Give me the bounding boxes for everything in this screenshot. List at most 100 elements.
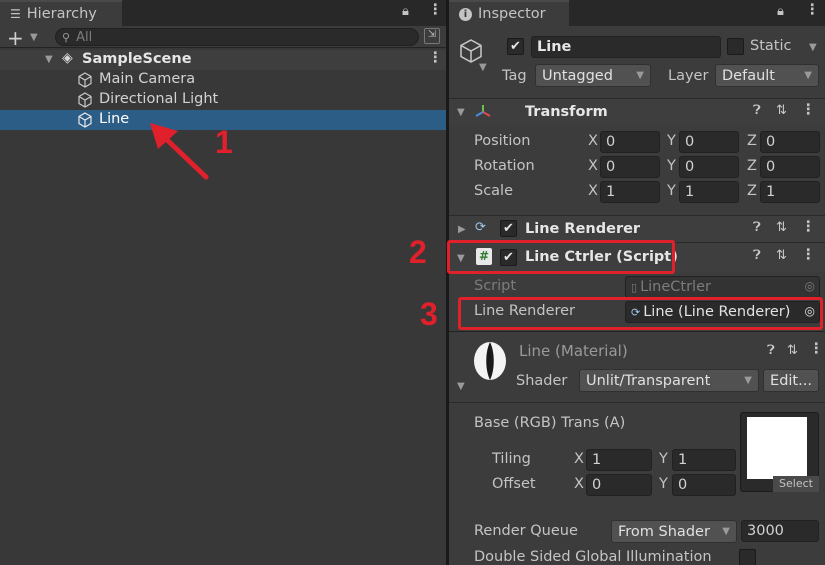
scale-label: Scale — [474, 183, 514, 199]
axis-x-label: X — [574, 451, 584, 467]
add-icon[interactable]: + — [7, 26, 24, 50]
script-file-icon: ▯ — [631, 280, 638, 294]
tab-hierarchy[interactable]: ☰ Hierarchy — [0, 0, 122, 26]
static-dropdown-icon[interactable]: ▼ — [809, 42, 817, 53]
preset-icon[interactable]: ⇅ — [776, 220, 787, 235]
texture-preview — [747, 417, 807, 479]
kebab-menu-icon[interactable]: ⋮ — [805, 2, 820, 18]
layer-value: Default — [722, 67, 775, 84]
help-icon[interactable]: ❓︎ — [753, 220, 761, 235]
search-input[interactable]: ⚲ All — [55, 28, 419, 46]
offset-x-field[interactable]: 0 — [586, 474, 652, 496]
object-picker-icon: ◎ — [804, 279, 815, 293]
component-menu-icon[interactable]: ⋮ — [801, 247, 816, 263]
help-icon[interactable]: ❓︎ — [767, 343, 775, 358]
dsgi-label: Double Sided Global Illumination — [474, 549, 712, 565]
scale-x-field[interactable]: 1 — [600, 181, 660, 203]
preset-icon[interactable]: ⇅ — [787, 343, 798, 358]
static-checkbox[interactable] — [727, 38, 744, 55]
render-queue-field[interactable]: 3000 — [741, 520, 819, 542]
object-name-field[interactable]: Line — [531, 36, 721, 58]
shader-dropdown[interactable]: Unlit/Transparent ▼ — [579, 369, 759, 392]
tag-dropdown[interactable]: Untagged ▼ — [535, 64, 651, 87]
help-icon[interactable]: ❓︎ — [753, 248, 761, 263]
chevron-down-icon: ▼ — [722, 526, 730, 537]
annotation-box-3 — [458, 297, 823, 330]
rotation-z-field[interactable]: 0 — [760, 156, 820, 178]
component-menu-icon[interactable]: ⋮ — [801, 102, 816, 118]
axis-y-label: Y — [667, 158, 676, 174]
position-y-field[interactable]: 0 — [679, 131, 739, 153]
icon-dropdown-icon[interactable]: ▼ — [479, 62, 487, 73]
search-scene-icon[interactable]: ⇲ — [424, 28, 440, 44]
fold-arrow-icon[interactable]: ▼ — [457, 381, 465, 392]
active-checkbox[interactable]: ✔ — [507, 38, 524, 55]
line-renderer-header[interactable]: ▶ ⟳ ✔ Line Renderer ❓︎ ⇅ ⋮ — [449, 215, 825, 242]
hierarchy-item-directional-light[interactable]: Directional Light — [0, 90, 446, 110]
annotation-number-1: 1 — [215, 124, 233, 160]
script-label: Script — [474, 278, 517, 294]
select-texture-button[interactable]: Select — [773, 476, 819, 492]
fold-arrow-icon[interactable]: ▶ — [458, 224, 466, 235]
scene-name: SampleScene — [82, 51, 192, 67]
fold-arrow-icon[interactable]: ▼ — [457, 107, 465, 118]
chevron-down-icon: ▼ — [804, 70, 812, 81]
hierarchy-item-main-camera[interactable]: Main Camera — [0, 70, 446, 90]
annotation-box-2 — [447, 240, 675, 274]
dsgi-checkbox[interactable] — [739, 549, 756, 565]
axis-y-label: Y — [667, 133, 676, 149]
material-title: Line (Material) — [519, 342, 628, 360]
rotation-y-field[interactable]: 0 — [679, 156, 739, 178]
position-z-field[interactable]: 0 — [760, 131, 820, 153]
lock-icon[interactable]: 🔒︎ — [777, 4, 784, 19]
texture-slot[interactable]: Select — [740, 412, 819, 492]
cube-icon — [78, 112, 92, 128]
position-x-field[interactable]: 0 — [600, 131, 660, 153]
tab-hierarchy-label: Hierarchy — [26, 6, 97, 22]
component-menu-icon[interactable]: ⋮ — [801, 219, 816, 235]
tab-inspector[interactable]: i Inspector — [449, 0, 569, 26]
axis-x-label: X — [588, 183, 598, 199]
transform-header[interactable]: ▼ Transform ❓︎ ⇅ ⋮ — [449, 98, 825, 125]
cube-icon — [78, 92, 92, 108]
render-queue-dropdown[interactable]: From Shader ▼ — [611, 520, 737, 543]
preset-icon[interactable]: ⇅ — [776, 248, 787, 263]
offset-y-field[interactable]: 0 — [672, 474, 736, 496]
divider — [449, 331, 825, 332]
axis-y-label: Y — [659, 451, 668, 467]
scale-z-field[interactable]: 1 — [760, 181, 820, 203]
annotation-number-2: 2 — [409, 234, 427, 270]
add-dropdown-icon[interactable]: ▼ — [30, 32, 38, 43]
scale-y-field[interactable]: 1 — [679, 181, 739, 203]
transform-title: Transform — [525, 104, 608, 120]
scene-menu-icon[interactable]: ⋮ — [428, 50, 443, 66]
lock-icon[interactable]: 🔒︎ — [402, 4, 409, 19]
render-queue-label: Render Queue — [474, 523, 578, 539]
tiling-x-field[interactable]: 1 — [586, 449, 652, 471]
line-renderer-enabled-checkbox[interactable]: ✔ — [500, 220, 517, 237]
expand-arrow-icon[interactable]: ▼ — [45, 54, 53, 65]
layer-dropdown[interactable]: Default ▼ — [715, 64, 819, 87]
line-renderer-title: Line Renderer — [525, 221, 641, 237]
divider — [449, 402, 825, 403]
tab-inspector-label: Inspector — [478, 6, 546, 22]
script-field: ▯ LineCtrler ◎ — [625, 276, 820, 298]
scene-row[interactable]: ▼ ◈ SampleScene ⋮ — [0, 50, 446, 70]
component-menu-icon[interactable]: ⋮ — [809, 341, 824, 357]
tag-value: Untagged — [542, 67, 613, 84]
preset-icon[interactable]: ⇅ — [776, 103, 787, 118]
edit-shader-button[interactable]: Edit... — [763, 369, 819, 392]
tiling-y-field[interactable]: 1 — [672, 449, 736, 471]
script-value: LineCtrler — [640, 279, 711, 295]
rotation-x-field[interactable]: 0 — [600, 156, 660, 178]
material-preview-icon — [474, 342, 506, 380]
annotation-number-3: 3 — [420, 296, 438, 332]
kebab-menu-icon[interactable]: ⋮ — [428, 2, 443, 18]
info-icon: i — [459, 7, 472, 21]
help-icon[interactable]: ❓︎ — [753, 103, 761, 118]
shader-value: Unlit/Transparent — [586, 372, 711, 389]
tiling-label: Tiling — [492, 451, 531, 467]
axis-y-label: Y — [667, 183, 676, 199]
hierarchy-item-label: Directional Light — [99, 91, 219, 107]
gameobject-cube-icon — [460, 39, 482, 63]
